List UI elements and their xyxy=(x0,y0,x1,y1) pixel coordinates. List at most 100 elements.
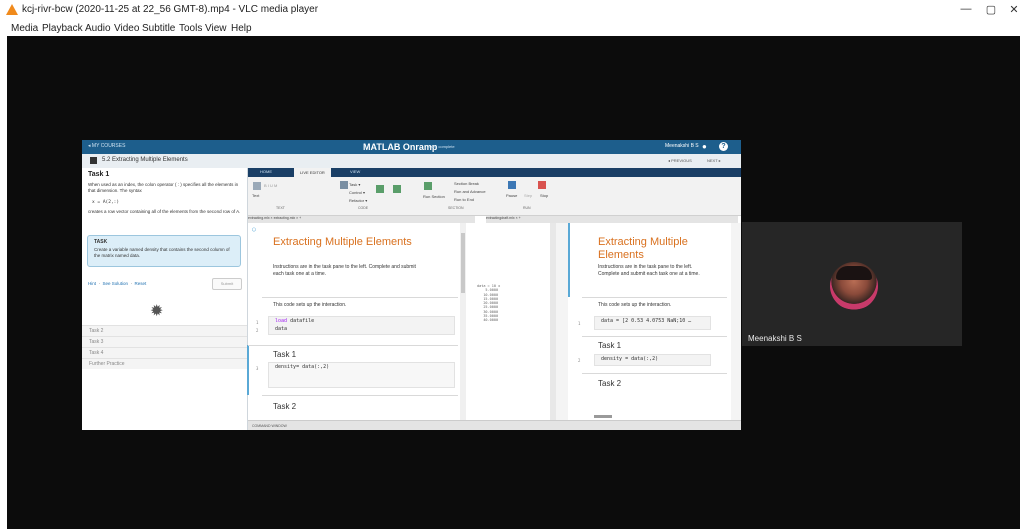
task-list-item: Task 4 xyxy=(82,347,247,358)
right-horizontal-scroll-thumb xyxy=(594,415,612,418)
line-number: 2 xyxy=(578,358,581,363)
group-text-label: TEXT xyxy=(276,206,285,210)
right-section-divider xyxy=(582,336,727,337)
menu-subtitle[interactable]: Subtitle xyxy=(142,23,175,34)
vlc-cone-icon xyxy=(6,4,18,15)
onramp-header: ◂ MY COURSES MATLAB Onramp 100% complete… xyxy=(82,140,741,154)
left-task1-heading: Task 1 xyxy=(273,350,297,359)
see-solution-link: See Solution xyxy=(102,281,129,286)
run-to-end-button: Run to End xyxy=(454,197,475,202)
left-editor-tabs: extracting.mlx × extracting.mlx × + xyxy=(248,216,475,223)
group-run-label: RUN xyxy=(523,206,531,210)
right-script-title: Extracting Multiple Elements xyxy=(598,236,688,261)
help-icon: ? xyxy=(719,142,728,151)
left-scrollbar xyxy=(460,223,466,420)
lesson-bar: 5.2 Extracting Multiple Elements ◂ PREVI… xyxy=(82,154,741,169)
onramp-user-name: Meenakshi B S xyxy=(665,143,699,149)
left-setup-code: load datafile data xyxy=(268,316,455,335)
insert-equation-icon xyxy=(393,185,401,193)
command-window-bar: COMMAND WINDOW xyxy=(248,420,741,430)
close-button[interactable]: ✕ xyxy=(1005,3,1023,16)
right-section-divider xyxy=(582,297,727,298)
right-scrollbar xyxy=(731,223,741,420)
run-and-advance-button: Run and Advance xyxy=(454,189,486,194)
participant-avatar xyxy=(830,262,878,310)
lesson-menu-icon xyxy=(90,157,97,164)
left-setup-text: This code sets up the interaction. xyxy=(273,302,347,308)
participant-tile: Meenakshi B S xyxy=(742,222,962,346)
menu-bar: Media Playback Audio Video Subtitle Tool… xyxy=(0,20,1027,36)
right-script-intro: Instructions are in the task pane to the… xyxy=(598,264,700,277)
menu-video[interactable]: Video xyxy=(114,23,139,34)
task-icon xyxy=(340,181,348,189)
task-syntax-code: x = A(2,:) xyxy=(92,200,120,205)
menu-tools[interactable]: Tools xyxy=(179,23,202,34)
variable-output: data = 10 x 5.0000 10.0000 15.0000 20.00… xyxy=(477,284,501,323)
run-indicator-icon: ◯ xyxy=(252,226,256,233)
menu-audio[interactable]: Audio xyxy=(85,23,111,34)
left-task2-heading: Task 2 xyxy=(273,402,297,411)
task-description: When used as an index, the colon operato… xyxy=(88,182,239,193)
tab-live-editor: LIVE EDITOR xyxy=(294,168,331,177)
menu-media[interactable]: Media xyxy=(11,23,38,34)
task-list-item: Task 2 xyxy=(82,325,247,336)
loading-spinner-icon: ✹ xyxy=(150,303,164,320)
step-button: Step xyxy=(524,193,533,198)
task-heading: Task 1 xyxy=(88,171,110,178)
next-link: NEXT ▸ xyxy=(707,158,721,163)
task-list: Task 2 Task 3 Task 4 Further Practice xyxy=(82,325,247,369)
right-setup-code: data = [2 0.53 4.0753 NaN;10 … xyxy=(594,316,711,330)
matlab-onramp-screen: ◂ MY COURSES MATLAB Onramp 100% complete… xyxy=(82,140,741,430)
right-active-section-bar xyxy=(568,223,570,297)
line-number: 1 xyxy=(578,321,581,326)
reset-link: Reset xyxy=(134,281,147,286)
task-description-2: creates a row vector containing all of t… xyxy=(88,209,241,214)
window-title: kcj-rivr-bcw (2020-11-25 at 22_56 GMT-8)… xyxy=(22,4,319,15)
avatar-hair xyxy=(836,266,872,280)
maximize-button[interactable]: ▢ xyxy=(982,3,1000,16)
previous-link: ◂ PREVIOUS xyxy=(668,158,692,163)
user-icon: ● xyxy=(702,142,707,151)
left-active-section-bar xyxy=(247,345,249,395)
refactor-button: Refactor ▾ xyxy=(349,198,368,203)
left-task1-code: density= data(:,2) xyxy=(268,362,455,388)
run-section-icon xyxy=(424,182,432,190)
task-pane: Task 1 When used as an index, the colon … xyxy=(82,168,248,430)
line-number: 1 xyxy=(256,320,259,325)
right-task1-heading: Task 1 xyxy=(598,341,622,350)
task-button: Task ▾ xyxy=(349,182,361,187)
menu-help[interactable]: Help xyxy=(231,23,252,34)
my-courses-link: ◂ MY COURSES xyxy=(88,143,126,149)
minimize-button[interactable]: — xyxy=(957,3,975,15)
code-argument: datafile xyxy=(290,318,315,324)
right-task1-code: density = data(:,2) xyxy=(594,354,711,366)
task-list-item: Task 3 xyxy=(82,336,247,347)
right-task2-heading: Task 2 xyxy=(598,379,622,388)
text-button: Text xyxy=(252,193,260,198)
left-scrollbar-thumb xyxy=(461,233,465,293)
task-box-text: Create a variable named density that con… xyxy=(94,247,230,258)
group-section-label: SECTION xyxy=(448,206,464,210)
code-line: data xyxy=(275,326,288,332)
insert-code-icon xyxy=(376,185,384,193)
run-section-button: Run Section xyxy=(423,194,445,199)
line-number: 3 xyxy=(256,366,259,371)
hint-link: Hint xyxy=(88,281,97,286)
window-title-bar: kcj-rivr-bcw (2020-11-25 at 22_56 GMT-8)… xyxy=(0,0,1027,20)
task-links: Hint · See Solution · Reset xyxy=(88,281,147,286)
submit-button: Submit xyxy=(212,278,242,290)
control-button: Control ▾ xyxy=(349,190,366,195)
tab-view: VIEW xyxy=(350,169,361,174)
participant-name: Meenakshi B S xyxy=(748,334,802,343)
menu-view[interactable]: View xyxy=(205,23,227,34)
menu-playback[interactable]: Playback xyxy=(42,23,83,34)
stop-button: Stop xyxy=(540,193,549,198)
group-code-label: CODE xyxy=(358,206,369,210)
text-format-placeholder: B I U M xyxy=(264,183,278,188)
left-section-divider xyxy=(248,345,458,346)
stop-icon xyxy=(538,181,546,189)
lesson-title: 5.2 Extracting Multiple Elements xyxy=(102,157,188,163)
tab-home: HOME xyxy=(260,169,272,174)
run-icon xyxy=(508,181,516,189)
task-list-item: Further Practice xyxy=(82,358,247,369)
